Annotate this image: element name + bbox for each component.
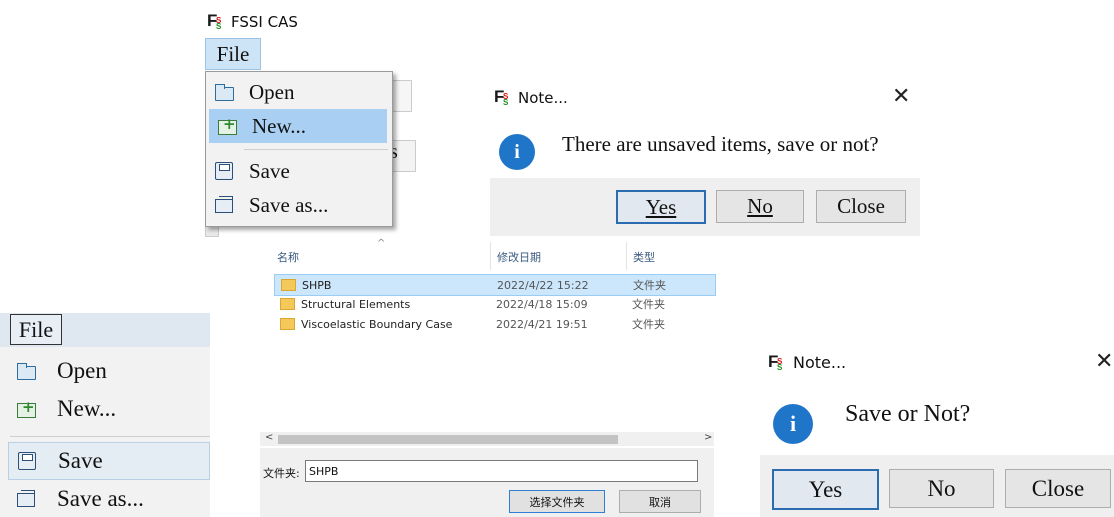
- column-type-header[interactable]: 类型: [633, 249, 655, 265]
- column-divider: [626, 242, 627, 270]
- close-icon[interactable]: ✕: [892, 84, 910, 109]
- no-button[interactable]: No: [716, 190, 804, 223]
- menu-separator: [244, 149, 388, 150]
- dialog-message: Save or Not?: [845, 401, 971, 427]
- scroll-right-icon[interactable]: >: [704, 432, 712, 443]
- save-icon: [16, 450, 38, 472]
- folder-input[interactable]: SHPB: [305, 460, 698, 482]
- menu-item-new[interactable]: New...: [0, 391, 210, 427]
- note-dialog-1: FSS Note... ✕ i There are unsaved items,…: [490, 78, 920, 236]
- open-icon: [15, 360, 37, 382]
- folder-icon: [281, 279, 296, 291]
- folder-chooser: ^ 名称 修改日期 类型 SHPB 2022/4/22 15:22 文件夹 St…: [260, 236, 716, 517]
- file-menu-dropdown: Open New... Save Save as...: [0, 347, 210, 517]
- column-divider: [490, 242, 491, 270]
- dialog-message: There are unsaved items, save or not?: [562, 132, 879, 156]
- dialog-button-bar: Yes No Close: [760, 455, 1114, 517]
- menu-item-save[interactable]: Save: [8, 442, 210, 480]
- info-icon: i: [773, 404, 813, 444]
- select-folder-button[interactable]: 选择文件夹: [509, 490, 605, 513]
- sort-caret-icon: ^: [377, 238, 386, 249]
- new-icon: [15, 398, 37, 420]
- info-icon: i: [499, 134, 535, 170]
- toolbar-stub: [392, 80, 412, 112]
- app-logo-icon: FSS: [494, 87, 509, 107]
- new-icon: [216, 115, 238, 137]
- app-logo-icon: FSS: [207, 11, 222, 31]
- save-as-icon: [213, 194, 235, 216]
- folder-icon: [280, 298, 295, 310]
- menu-item-save[interactable]: Save: [206, 154, 392, 188]
- file-menu-button[interactable]: File: [10, 314, 62, 345]
- menu-item-new[interactable]: New...: [209, 109, 387, 143]
- file-row[interactable]: SHPB 2022/4/22 15:22 文件夹: [274, 274, 716, 296]
- open-icon: [213, 81, 235, 103]
- scroll-left-icon[interactable]: <: [265, 432, 273, 443]
- save-icon: [213, 160, 235, 182]
- chooser-footer: 文件夹: SHPB 选择文件夹 取消: [260, 448, 714, 517]
- column-name-header[interactable]: 名称: [277, 249, 299, 265]
- horizontal-scrollbar[interactable]: < >: [260, 432, 714, 446]
- note-dialog-2: FSS Note... ✕ i Save or Not? Yes No Clos…: [760, 340, 1114, 517]
- column-date-header[interactable]: 修改日期: [497, 249, 541, 265]
- menu-item-save-as[interactable]: Save as...: [206, 188, 392, 222]
- dialog-title-bar: FSS Note...: [768, 351, 847, 373]
- file-menu-button[interactable]: File: [205, 38, 261, 70]
- close-button[interactable]: Close: [816, 190, 906, 223]
- file-menu-dropdown: Open New... Save Save as...: [205, 71, 393, 227]
- dialog-title: Note...: [518, 89, 568, 107]
- menu-item-open[interactable]: Open: [206, 75, 392, 109]
- folder-icon: [280, 318, 295, 330]
- menu-item-save-as[interactable]: Save as...: [0, 481, 210, 517]
- app-title: FSSI CAS: [231, 13, 298, 31]
- dialog-button-bar: Yes No Close: [490, 178, 920, 236]
- dialog-title-bar: FSS Note...: [494, 87, 568, 107]
- file-row[interactable]: Viscoelastic Boundary Case 2022/4/21 19:…: [274, 314, 714, 334]
- close-button[interactable]: Close: [1005, 469, 1111, 508]
- app-title-bar: FSS FSSI CAS: [207, 11, 298, 32]
- close-icon[interactable]: ✕: [1095, 349, 1113, 374]
- cancel-button[interactable]: 取消: [619, 490, 701, 513]
- dialog-title: Note...: [793, 353, 847, 372]
- save-as-icon: [15, 488, 37, 510]
- menu-separator: [10, 436, 210, 437]
- menu-item-open[interactable]: Open: [0, 353, 210, 389]
- yes-button[interactable]: Yes: [616, 190, 706, 224]
- scrollbar-thumb[interactable]: [278, 435, 618, 444]
- yes-button[interactable]: Yes: [772, 469, 879, 510]
- no-button[interactable]: No: [889, 469, 994, 508]
- app-logo-icon: FSS: [768, 351, 783, 372]
- file-row[interactable]: Structural Elements 2022/4/18 15:09 文件夹: [274, 294, 714, 314]
- folder-label: 文件夹:: [263, 467, 300, 480]
